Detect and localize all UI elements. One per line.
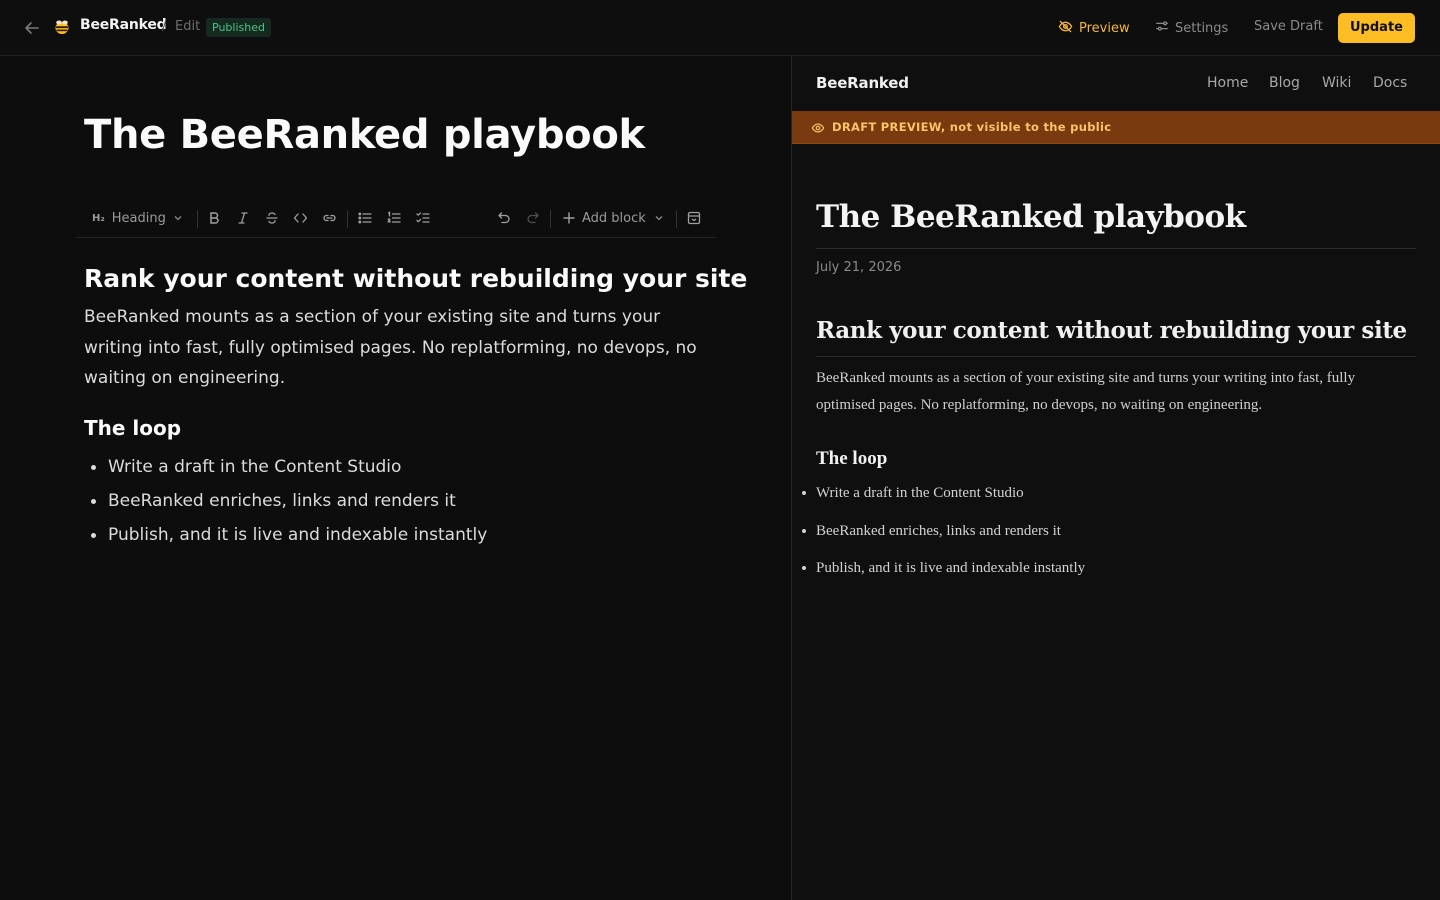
top-bar: BeeRanked / Edit Published Preview Setti… xyxy=(0,0,1440,56)
breadcrumb-separator: / xyxy=(162,19,167,34)
divider xyxy=(816,356,1416,357)
list-item[interactable]: BeeRanked enriches, links and renders it xyxy=(84,486,487,520)
bullet-list-button[interactable] xyxy=(358,209,372,227)
redo-button[interactable] xyxy=(526,209,540,227)
code-button[interactable] xyxy=(293,209,308,227)
link-icon xyxy=(322,211,337,225)
archive-icon xyxy=(687,211,701,225)
bullet-list-icon xyxy=(358,211,372,225)
strikethrough-button[interactable] xyxy=(265,209,279,227)
settings-button[interactable]: Settings xyxy=(1155,19,1228,37)
list-item: Publish, and it is live and indexable in… xyxy=(801,556,1085,594)
list-item[interactable]: Write a draft in the Content Studio xyxy=(84,452,487,486)
chevron-down-icon xyxy=(654,213,664,223)
content-heading-2[interactable]: Rank your content without rebuilding you… xyxy=(84,264,747,293)
checklist-button[interactable] xyxy=(416,209,430,227)
preview-nav-home[interactable]: Home xyxy=(1207,75,1248,91)
heading-icon: H₂ xyxy=(92,212,105,224)
plus-icon xyxy=(563,212,575,224)
preview-nav-wiki[interactable]: Wiki xyxy=(1322,75,1351,91)
bold-icon xyxy=(207,211,221,225)
brand-name[interactable]: BeeRanked xyxy=(80,17,167,33)
undo-button[interactable] xyxy=(497,209,511,227)
update-button[interactable]: Update xyxy=(1338,13,1415,43)
redo-icon xyxy=(526,211,540,225)
add-block-button[interactable]: Add block xyxy=(563,209,664,227)
preview-heading-3: The loop xyxy=(816,448,888,469)
save-draft-button[interactable]: Save Draft xyxy=(1254,19,1323,34)
chevron-down-icon xyxy=(173,213,183,223)
preview-nav-blog[interactable]: Blog xyxy=(1269,75,1300,91)
preview-title: The BeeRanked playbook xyxy=(816,199,1246,235)
block-type-dropdown[interactable]: H₂ Heading xyxy=(92,209,183,227)
eye-icon xyxy=(811,120,825,139)
strikethrough-icon xyxy=(265,211,279,225)
code-icon xyxy=(293,211,308,225)
banner-text: DRAFT PREVIEW, not visible to the public xyxy=(832,120,1112,134)
bee-logo-icon xyxy=(53,18,71,36)
eye-off-icon xyxy=(1058,19,1073,38)
checklist-icon xyxy=(416,211,430,225)
preview-site-brand[interactable]: BeeRanked xyxy=(816,74,909,92)
breadcrumb-edit: Edit xyxy=(175,19,201,34)
content-paragraph[interactable]: BeeRanked mounts as a section of your ex… xyxy=(84,302,704,394)
content-bullet-list: Write a draft in the Content Studio BeeR… xyxy=(84,452,487,554)
bold-button[interactable] xyxy=(207,209,221,227)
editor-pane: The BeeRanked playbook H₂ Heading Add bl… xyxy=(0,56,791,900)
sliders-icon xyxy=(1155,19,1169,37)
preview-heading-2: Rank your content without rebuilding you… xyxy=(816,317,1407,344)
preview-button[interactable]: Preview xyxy=(1058,19,1130,38)
back-arrow-icon[interactable] xyxy=(22,18,42,38)
status-badge: Published xyxy=(206,18,271,37)
divider xyxy=(816,248,1416,249)
archive-button[interactable] xyxy=(687,209,701,227)
document-title-input[interactable]: The BeeRanked playbook xyxy=(84,112,645,158)
italic-icon xyxy=(236,211,250,225)
preview-nav-docs[interactable]: Docs xyxy=(1373,75,1407,91)
preview-pane: BeeRanked Home Blog Wiki Docs DRAFT PREV… xyxy=(792,56,1440,900)
link-button[interactable] xyxy=(322,209,337,227)
preview-date: July 21, 2026 xyxy=(816,260,902,275)
draft-preview-banner: DRAFT PREVIEW, not visible to the public xyxy=(792,111,1440,144)
undo-icon xyxy=(497,211,511,225)
ordered-list-button[interactable] xyxy=(387,209,401,227)
preview-label: Preview xyxy=(1079,21,1130,36)
content-heading-3[interactable]: The loop xyxy=(84,416,181,440)
add-block-label: Add block xyxy=(582,210,646,226)
preview-bullet-list: Write a draft in the Content Studio BeeR… xyxy=(801,481,1085,594)
list-item: BeeRanked enriches, links and renders it xyxy=(801,519,1085,557)
list-item[interactable]: Publish, and it is live and indexable in… xyxy=(84,520,487,554)
settings-label: Settings xyxy=(1175,20,1229,36)
list-item: Write a draft in the Content Studio xyxy=(801,481,1085,519)
preview-paragraph: BeeRanked mounts as a section of your ex… xyxy=(816,370,1356,413)
italic-button[interactable] xyxy=(236,209,250,227)
block-type-label: Heading xyxy=(111,210,166,226)
ordered-list-icon xyxy=(387,211,401,225)
save-draft-label: Save Draft xyxy=(1254,19,1323,34)
format-toolbar: H₂ Heading Add block xyxy=(76,198,716,238)
